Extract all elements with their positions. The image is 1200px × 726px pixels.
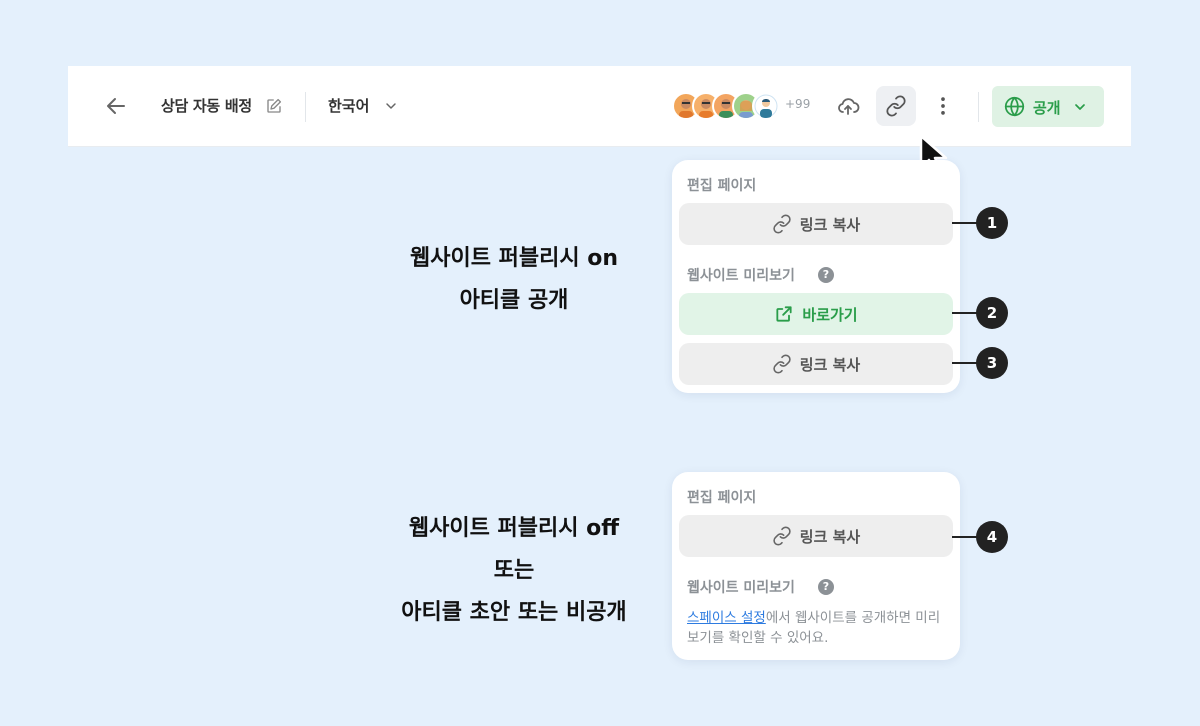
website-preview-label: 웹사이트 미리보기 bbox=[687, 580, 795, 596]
link-icon bbox=[773, 354, 791, 374]
caption-line: 아티클 공개 bbox=[459, 288, 569, 313]
help-icon[interactable]: ? bbox=[818, 267, 834, 283]
link-icon bbox=[886, 95, 906, 117]
external-link-icon bbox=[776, 306, 792, 322]
go-to-label: 바로가기 bbox=[802, 305, 858, 324]
chevron-down-icon bbox=[1075, 104, 1085, 110]
caption-publish-off: 웹사이트 퍼블리시 off 또는 아티클 초안 또는 비공개 bbox=[364, 508, 664, 634]
marker-4: 4 bbox=[976, 521, 1008, 553]
caption-line: 또는 bbox=[493, 558, 535, 583]
publish-status-button[interactable]: 공개 bbox=[992, 86, 1104, 127]
website-preview-label: 웹사이트 미리보기 bbox=[687, 268, 795, 284]
marker-2: 2 bbox=[976, 297, 1008, 329]
more-options-button[interactable] bbox=[923, 86, 963, 126]
leader-line bbox=[952, 312, 978, 314]
copy-link-label: 링크 복사 bbox=[799, 355, 861, 374]
divider bbox=[978, 92, 979, 122]
caption-publish-on: 웹사이트 퍼블리시 on 아티클 공개 bbox=[374, 238, 654, 322]
link-dropdown-panel-on: 편집 페이지 링크 복사 웹사이트 미리보기 ? 바로가기 링크 복사 bbox=[672, 160, 960, 393]
help-icon[interactable]: ? bbox=[818, 579, 834, 595]
copy-link-label: 링크 복사 bbox=[799, 215, 861, 234]
avatar bbox=[752, 92, 780, 120]
preview-disabled-note: 스페이스 설정에서 웹사이트를 공개하면 미리보기를 확인할 수 있어요. bbox=[687, 608, 949, 648]
copy-link-label: 링크 복사 bbox=[799, 527, 861, 546]
collaborator-avatars[interactable]: +99 bbox=[672, 92, 810, 120]
link-icon bbox=[773, 214, 791, 234]
marker-1: 1 bbox=[976, 207, 1008, 239]
copy-website-link-button[interactable]: 링크 복사 bbox=[679, 343, 953, 385]
divider bbox=[305, 92, 306, 122]
back-arrow-icon[interactable] bbox=[104, 94, 128, 118]
edit-icon[interactable] bbox=[265, 97, 283, 115]
link-dropdown-panel-off: 편집 페이지 링크 복사 웹사이트 미리보기 ? 스페이스 설정에서 웹사이트를… bbox=[672, 472, 960, 660]
edit-page-label: 편집 페이지 bbox=[687, 490, 757, 506]
leader-line bbox=[952, 362, 978, 364]
space-settings-link[interactable]: 스페이스 설정 bbox=[687, 610, 766, 626]
top-bar: 상담 자동 배정 한국어 +99 공개 bbox=[68, 66, 1131, 147]
copy-edit-link-button[interactable]: 링크 복사 bbox=[679, 515, 953, 557]
copy-link-button[interactable] bbox=[876, 86, 916, 126]
edit-page-label: 편집 페이지 bbox=[687, 178, 757, 194]
link-icon bbox=[773, 526, 791, 546]
more-vertical-icon bbox=[941, 97, 945, 115]
caption-line: 아티클 초안 또는 비공개 bbox=[401, 600, 627, 625]
upload-cloud-icon bbox=[838, 98, 860, 115]
leader-line bbox=[952, 222, 978, 224]
avatar-more-count[interactable]: +99 bbox=[785, 97, 810, 111]
marker-3: 3 bbox=[976, 347, 1008, 379]
chevron-down-icon[interactable] bbox=[383, 98, 399, 114]
copy-edit-link-button[interactable]: 링크 복사 bbox=[679, 203, 953, 245]
globe-icon bbox=[1004, 96, 1025, 117]
leader-line bbox=[952, 536, 978, 538]
upload-button[interactable] bbox=[828, 86, 868, 126]
page-title: 상담 자동 배정 bbox=[161, 97, 252, 115]
language-selector[interactable]: 한국어 bbox=[328, 95, 369, 116]
publish-label: 공개 bbox=[1033, 99, 1061, 117]
caption-line: 웹사이트 퍼블리시 off bbox=[408, 516, 620, 541]
caption-line: 웹사이트 퍼블리시 on bbox=[409, 246, 618, 271]
go-to-website-button[interactable]: 바로가기 bbox=[679, 293, 953, 335]
